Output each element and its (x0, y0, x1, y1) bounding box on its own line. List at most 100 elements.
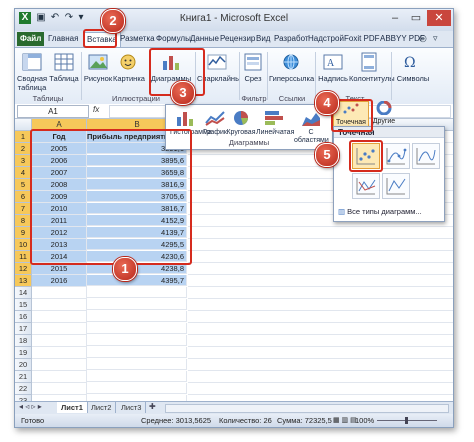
row-header[interactable]: 18 (15, 335, 32, 347)
scatter-smooth-markers-option[interactable] (382, 143, 410, 169)
bar-chart-icon (265, 111, 283, 125)
title-bar: X ▣ ↶ ↷ ▾ Книга1 - Microsoft Excel – ▭ ✕ (15, 9, 453, 31)
new-sheet-icon[interactable]: ✚ (149, 402, 156, 411)
pivot-table-label: Сводная таблица (17, 74, 48, 92)
horizontal-scrollbar[interactable] (165, 404, 449, 413)
cell-profit[interactable] (87, 347, 187, 358)
chart-type-pie[interactable]: Круговая (226, 109, 256, 137)
help-icon[interactable]: ◎ (419, 33, 427, 44)
slicer-icon (244, 53, 262, 71)
callout-1: 1 (113, 257, 137, 281)
row-header[interactable]: 14 (15, 287, 32, 299)
cell-profit[interactable]: 4395,7 (87, 275, 187, 286)
empty-cells[interactable] (188, 335, 453, 347)
cell-year[interactable] (32, 347, 87, 359)
chart-type-bar[interactable]: Линейчатая (256, 109, 294, 137)
table-row: 13 2016 4395,7 (15, 275, 453, 287)
header-footer-button[interactable]: Колонтитулы (349, 52, 395, 94)
cell-year[interactable] (32, 287, 87, 299)
empty-cells[interactable] (188, 275, 453, 287)
zoom-level[interactable]: 100% (355, 414, 374, 427)
empty-cells[interactable] (188, 299, 453, 311)
separator (239, 52, 240, 100)
sheet-tab-3[interactable]: Лист3 (117, 402, 147, 413)
row-header[interactable]: 13 (15, 275, 32, 287)
status-count: Количество: 26 (219, 416, 272, 425)
slicer-button[interactable]: Срез (241, 52, 265, 94)
tab-home[interactable]: Главная (45, 32, 81, 46)
separator (391, 52, 392, 100)
view-mode-icons[interactable]: ▦ ▥ ▤ (333, 414, 357, 427)
cell-year[interactable] (32, 299, 87, 311)
scatter-smooth-lines-option[interactable] (412, 143, 440, 169)
empty-cells[interactable] (188, 383, 453, 395)
sheet-nav-icon[interactable]: ◂ ◃ ▹ ▸ (19, 402, 42, 411)
cell-year[interactable] (32, 359, 87, 371)
minimize-button[interactable]: – (385, 10, 405, 26)
other-charts-button[interactable]: Другие (369, 100, 399, 126)
name-box[interactable]: A1 (17, 105, 89, 118)
table-button[interactable]: Таблица (49, 52, 79, 94)
row-header[interactable]: 15 (15, 299, 32, 311)
cell-profit[interactable] (87, 323, 187, 334)
empty-cells[interactable] (188, 359, 453, 371)
empty-cells[interactable] (188, 311, 453, 323)
all-chart-types-link[interactable]: ▥ Все типы диаграмм... (338, 207, 422, 216)
cell-year[interactable] (32, 371, 87, 383)
picture-label: Рисунок (83, 74, 113, 83)
sheet-tab-1[interactable]: Лист1 (57, 402, 88, 413)
row-header[interactable]: 12 (15, 263, 32, 275)
empty-cells[interactable] (188, 263, 453, 275)
hyperlink-button[interactable]: Гиперссылка (269, 52, 314, 94)
scatter-straight-lines-option[interactable] (382, 173, 410, 199)
empty-cells[interactable] (188, 287, 453, 299)
empty-cells[interactable] (188, 323, 453, 335)
empty-cells[interactable] (188, 227, 453, 239)
scatter-option-highlight (349, 140, 383, 172)
cell-profit[interactable] (87, 311, 187, 322)
empty-cells[interactable] (188, 347, 453, 359)
row-header[interactable]: 22 (15, 383, 32, 395)
fx-icon[interactable]: fx (93, 105, 99, 114)
symbols-button[interactable]: Ω Символы (395, 52, 431, 94)
row-header[interactable]: 17 (15, 323, 32, 335)
zoom-slider-thumb[interactable] (405, 417, 408, 424)
ribbon-collapse-icon[interactable]: ▿ (433, 33, 438, 44)
cell-year[interactable] (32, 311, 87, 323)
sheet-tab-2[interactable]: Лист2 (87, 402, 117, 413)
clipart-button[interactable]: Картинка (113, 52, 145, 94)
row-header[interactable]: 19 (15, 347, 32, 359)
cell-profit[interactable] (87, 287, 187, 298)
chart-type-line-label: График (203, 129, 227, 136)
cell-profit[interactable] (87, 371, 187, 382)
row-header[interactable]: 16 (15, 311, 32, 323)
tab-file[interactable]: Файл (17, 32, 45, 46)
table-row: 15 (15, 299, 453, 311)
scatter-straight-markers-option[interactable] (352, 173, 380, 199)
empty-cells[interactable] (188, 371, 453, 383)
row-header[interactable]: 20 (15, 359, 32, 371)
close-button[interactable]: ✕ (427, 10, 451, 26)
row-header[interactable]: 21 (15, 371, 32, 383)
clipart-icon (120, 54, 136, 70)
status-sum: Сумма: 72325,5 (277, 416, 332, 425)
all-charts-label: Все типы диаграмм... (347, 207, 422, 216)
select-all-corner[interactable] (15, 119, 32, 131)
cell-year[interactable] (32, 383, 87, 395)
cell-year[interactable] (32, 335, 87, 347)
restore-button[interactable]: ▭ (406, 10, 426, 26)
scatter-smooth-lines-icon (416, 148, 436, 165)
textbox-button[interactable]: A Надпись (317, 52, 349, 94)
tab-page-layout[interactable]: Разметка (117, 32, 158, 46)
cell-year[interactable]: 2016 (32, 275, 87, 287)
pivot-table-button[interactable]: Сводная таблица (17, 52, 47, 94)
cell-year[interactable] (32, 323, 87, 335)
cell-profit[interactable] (87, 335, 187, 346)
cell-profit[interactable] (87, 359, 187, 370)
ribbon-tabs: Файл Главная Вставка Разметка Формулы Да… (15, 31, 453, 47)
empty-cells[interactable] (188, 251, 453, 263)
cell-profit[interactable] (87, 383, 187, 394)
cell-profit[interactable] (87, 299, 187, 310)
picture-button[interactable]: Рисунок (83, 52, 113, 94)
empty-cells[interactable] (188, 239, 453, 251)
